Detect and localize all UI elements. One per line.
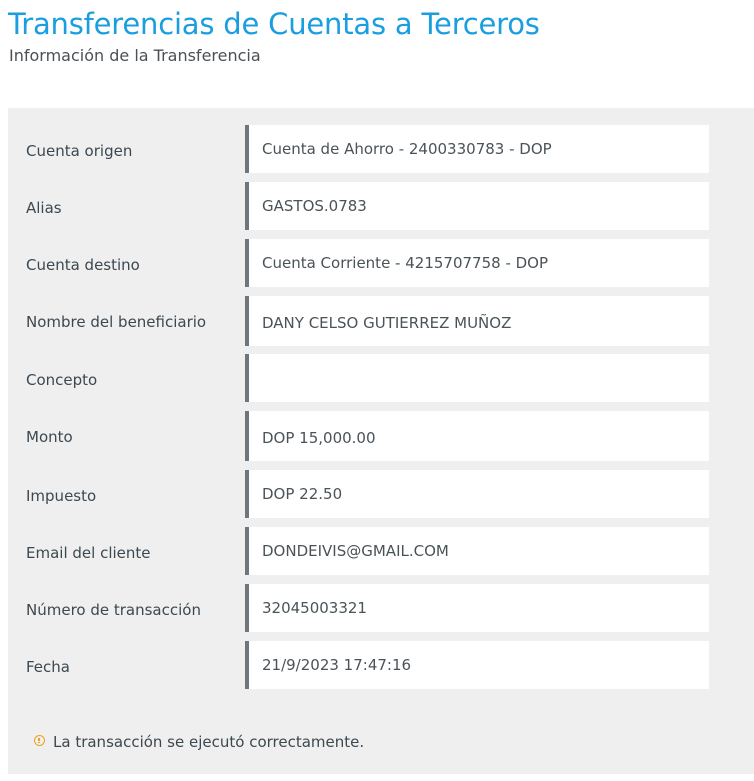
detail-row-impuesto: Impuesto DOP 22.50 xyxy=(8,470,754,527)
row-label: Número de transacción xyxy=(26,601,201,619)
detail-row-fecha: Fecha 21/9/2023 17:47:16 xyxy=(8,641,754,698)
row-label: Cuenta destino xyxy=(26,256,140,274)
detail-row-alias: Alias GASTOS.0783 xyxy=(8,182,754,239)
row-label: Cuenta origen xyxy=(26,142,133,160)
row-value: DOP 15,000.00 xyxy=(245,411,709,461)
row-value: GASTOS.0783 xyxy=(245,182,709,230)
row-value: 32045003321 xyxy=(245,584,709,632)
row-value: 21/9/2023 17:47:16 xyxy=(245,641,709,689)
detail-row-cuenta-origen: Cuenta origen Cuenta de Ahorro - 2400330… xyxy=(8,125,754,182)
info-icon xyxy=(34,735,45,746)
row-value: Cuenta de Ahorro - 2400330783 - DOP xyxy=(245,125,709,173)
row-label: Email del cliente xyxy=(26,544,151,562)
success-notice-text: La transacción se ejecutó correctamente. xyxy=(53,733,365,751)
page-title: Transferencias de Cuentas a Terceros xyxy=(8,7,540,41)
row-value: DOP 22.50 xyxy=(245,470,709,518)
detail-row-beneficiario: Nombre del beneficiario DANY CELSO GUTIE… xyxy=(8,296,754,354)
page-subtitle: Información de la Transferencia xyxy=(9,46,261,65)
row-value: DONDEIVIS@GMAIL.COM xyxy=(245,527,709,575)
row-label: Alias xyxy=(26,199,62,217)
row-value xyxy=(245,354,709,402)
row-label: Monto xyxy=(26,428,73,446)
row-label: Concepto xyxy=(26,371,98,389)
detail-row-monto: Monto DOP 15,000.00 xyxy=(8,411,754,470)
success-notice: La transacción se ejecutó correctamente. xyxy=(34,731,364,753)
row-value: Cuenta Corriente - 4215707758 - DOP xyxy=(245,239,709,287)
row-label: Nombre del beneficiario xyxy=(26,313,207,331)
detail-rows: Cuenta origen Cuenta de Ahorro - 2400330… xyxy=(8,125,754,698)
detail-row-numero-transaccion: Número de transacción 32045003321 xyxy=(8,584,754,641)
row-label: Fecha xyxy=(26,658,70,676)
detail-row-email: Email del cliente DONDEIVIS@GMAIL.COM xyxy=(8,527,754,584)
detail-row-concepto: Concepto xyxy=(8,354,754,411)
transfer-details-panel: Cuenta origen Cuenta de Ahorro - 2400330… xyxy=(8,108,754,774)
row-label: Impuesto xyxy=(26,487,97,505)
detail-row-cuenta-destino: Cuenta destino Cuenta Corriente - 421570… xyxy=(8,239,754,296)
row-value: DANY CELSO GUTIERREZ MUÑOZ xyxy=(245,296,709,346)
